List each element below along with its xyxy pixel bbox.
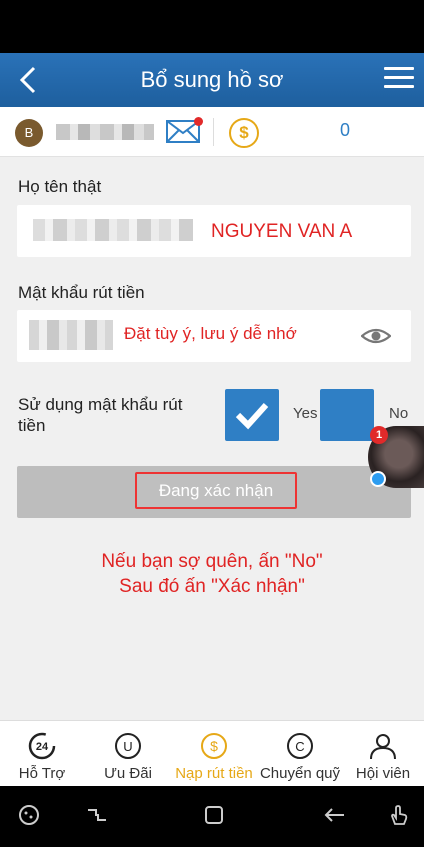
tab-member-label: Hội viên: [355, 765, 411, 782]
confirm-button-label: Đang xác nhận: [158, 481, 274, 500]
real-name-note: NGUYEN VAN A: [211, 221, 353, 242]
yes-checkbox[interactable]: [225, 389, 279, 441]
no-checkbox[interactable]: [320, 389, 374, 441]
dollar-coin-icon: $: [229, 118, 259, 148]
home-icon[interactable]: [201, 802, 227, 828]
checkmark-icon: [235, 402, 269, 430]
yes-label: Yes: [293, 405, 318, 422]
recent-apps-icon[interactable]: [84, 802, 110, 828]
tab-support-label: Hỗ Trợ: [18, 765, 66, 782]
password-blurred-value: [29, 320, 113, 350]
withdraw-password-label: Mật khẩu rút tiền: [18, 283, 145, 302]
page-title: Bổ sung hồ sơ: [140, 67, 284, 92]
tab-transfer[interactable]: C Chuyển quỹ: [258, 721, 342, 787]
user-info-bar: B: [0, 107, 424, 157]
tab-deposit-withdraw-label: Nạp rút tiền: [175, 765, 253, 782]
promo-icon: U: [115, 733, 141, 759]
use-password-label: Sử dụng mật khẩu rút tiền: [18, 395, 183, 435]
transfer-icon: C: [287, 733, 313, 759]
back-icon[interactable]: [322, 802, 348, 828]
tab-promo-label: Ưu Đãi: [104, 765, 152, 782]
balance-value: 0: [339, 120, 350, 140]
username-blurred: [56, 124, 154, 140]
instruction-line-1: Nếu bạn sợ quên, ấn "No": [101, 551, 323, 572]
tab-transfer-label: Chuyển quỹ: [259, 765, 341, 782]
tab-promo[interactable]: U Ưu Đãi: [84, 721, 172, 787]
divider: [213, 118, 214, 146]
svg-text:C: C: [295, 739, 304, 754]
real-name-label: Họ tên thật: [18, 177, 102, 196]
status-bar: [0, 0, 424, 53]
svg-text:U: U: [123, 739, 132, 754]
app-header: Bổ sung hồ sơ: [0, 53, 424, 107]
system-nav-bar: [0, 786, 424, 847]
real-name-blurred-value: [33, 219, 193, 241]
bottom-tab-bar: 24 Hỗ Trợ U Ưu Đãi $ Nạp rút tiền C Chuy…: [0, 720, 424, 786]
mail-notification-dot: [194, 117, 203, 126]
tab-member[interactable]: Hội viên: [342, 721, 424, 787]
chat-badge: 1: [370, 426, 388, 444]
no-label: No: [389, 405, 409, 422]
gesture-hand-icon[interactable]: [386, 802, 412, 828]
hamburger-menu-icon[interactable]: [384, 67, 414, 91]
svg-text:24: 24: [36, 741, 49, 753]
assistant-icon[interactable]: [16, 802, 42, 828]
dollar-icon: $: [201, 733, 227, 759]
password-note: Đặt tùy ý, lưu ý dễ nhớ: [124, 324, 297, 343]
instruction-line-2: Sau đó ấn "Xác nhận": [119, 576, 305, 597]
member-icon: [370, 734, 396, 760]
svg-text:$: $: [210, 738, 218, 754]
tab-deposit-withdraw[interactable]: $ Nạp rút tiền: [170, 721, 258, 787]
eye-icon[interactable]: [361, 323, 391, 349]
tab-support[interactable]: 24 Hỗ Trợ: [0, 721, 84, 787]
avatar[interactable]: B: [15, 119, 43, 147]
support-24-icon: 24: [28, 732, 56, 760]
messenger-icon: [370, 471, 386, 487]
